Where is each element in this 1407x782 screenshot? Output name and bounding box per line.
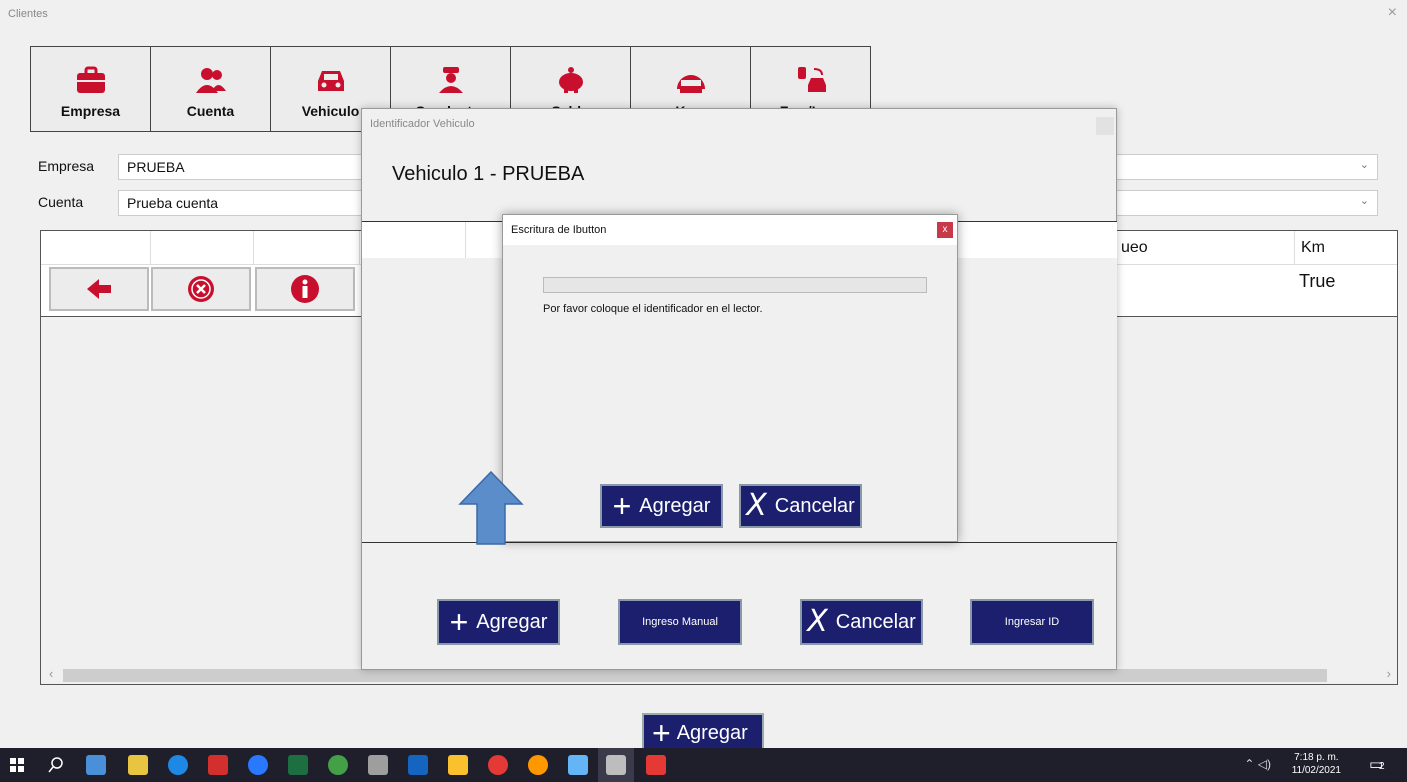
empresa-value: PRUEBA bbox=[127, 159, 185, 175]
scrollbar-thumb[interactable] bbox=[63, 669, 1327, 682]
add-button-label: Agregar bbox=[676, 721, 748, 744]
empresa-label: Empresa bbox=[38, 158, 95, 174]
escritura-ibutton-dialog: Escritura de Ibutton x Por favor coloque… bbox=[502, 214, 958, 542]
dialog-cancel-button[interactable]: X Cancelar bbox=[800, 599, 923, 645]
grid-header-cell bbox=[151, 231, 254, 265]
ingreso-manual-label: Ingreso Manual bbox=[642, 616, 718, 628]
app-icon[interactable] bbox=[328, 755, 348, 775]
toolbar-button-cuenta[interactable]: Cuenta bbox=[150, 46, 271, 132]
chevron-down-icon: ⌄ bbox=[1359, 159, 1369, 171]
edge-icon[interactable] bbox=[168, 755, 188, 775]
add-button[interactable]: + Agregar bbox=[642, 713, 764, 753]
toolbar-label: Empresa bbox=[60, 103, 121, 119]
ingresar-id-label: Ingresar ID bbox=[1004, 616, 1060, 628]
plus-icon: + bbox=[612, 488, 632, 524]
dialog-title: Escritura de Ibutton bbox=[511, 224, 607, 236]
write-progress-bar bbox=[543, 277, 927, 293]
word-icon[interactable] bbox=[408, 755, 428, 775]
browser-icon[interactable] bbox=[528, 755, 548, 775]
clock[interactable]: 7:18 p. m. 11/02/2021 bbox=[1292, 751, 1341, 777]
odometer-icon bbox=[676, 75, 705, 93]
app-icon[interactable] bbox=[368, 755, 388, 775]
grid-header-bloqueo[interactable]: ueo bbox=[1115, 231, 1295, 265]
grid-header-cell bbox=[41, 231, 151, 265]
instruction-message: Por favor coloque el identificador en el… bbox=[543, 303, 763, 315]
ibutton-add-label: Agregar bbox=[639, 494, 711, 517]
dialog-cancel-label: Cancelar bbox=[835, 610, 916, 633]
info-button[interactable] bbox=[255, 267, 355, 311]
clock-time: 7:18 p. m. bbox=[1294, 752, 1339, 763]
notification-icon[interactable]: 2 ▭ bbox=[1369, 755, 1389, 775]
dialog-title: Identificador Vehiculo bbox=[370, 118, 475, 130]
app-icon[interactable] bbox=[646, 755, 666, 775]
windows-start-icon[interactable] bbox=[10, 758, 24, 772]
delete-button[interactable] bbox=[151, 267, 251, 311]
toolbar-button-empresa[interactable]: Empresa bbox=[30, 46, 151, 132]
driver-icon bbox=[438, 67, 463, 93]
arrow-up-icon bbox=[458, 470, 524, 545]
store-icon[interactable] bbox=[128, 755, 148, 775]
cuenta-value: Prueba cuenta bbox=[127, 195, 219, 211]
dialog-titlebar: Escritura de Ibutton x bbox=[503, 215, 957, 245]
clock-date: 11/02/2021 bbox=[1291, 765, 1341, 776]
acrobat-icon[interactable] bbox=[208, 755, 228, 775]
grid-header-km[interactable]: Km bbox=[1295, 231, 1399, 265]
briefcase-icon bbox=[76, 66, 105, 93]
plus-icon: + bbox=[449, 604, 469, 640]
scroll-right-icon[interactable]: › bbox=[1387, 666, 1391, 681]
notification-count: 2 bbox=[1379, 761, 1385, 772]
toolbar-label: Cuenta bbox=[186, 103, 235, 119]
back-button[interactable] bbox=[49, 267, 149, 311]
dialog-add-button[interactable]: + Agregar bbox=[437, 599, 560, 645]
x-icon: X bbox=[807, 604, 828, 639]
toolbar-label: Vehiculo bbox=[301, 103, 360, 119]
car-icon bbox=[317, 71, 344, 91]
grid-header-cell bbox=[362, 222, 466, 258]
cuenta-label: Cuenta bbox=[38, 194, 84, 210]
scroll-left-icon[interactable]: ‹ bbox=[49, 666, 53, 681]
grid-header-cell bbox=[254, 231, 360, 265]
km-cell: True bbox=[1299, 271, 1336, 291]
task-view-icon[interactable] bbox=[86, 755, 106, 775]
excel-icon[interactable] bbox=[288, 755, 308, 775]
app-icon[interactable] bbox=[248, 755, 268, 775]
app-icon[interactable] bbox=[568, 755, 588, 775]
vehicle-heading: Vehiculo 1 - PRUEBA bbox=[392, 163, 585, 185]
dialog-close-button[interactable] bbox=[1096, 117, 1114, 135]
ibutton-cancel-label: Cancelar bbox=[774, 494, 855, 517]
search-icon[interactable] bbox=[48, 757, 64, 773]
dialog-add-label: Agregar bbox=[476, 610, 548, 633]
chevron-down-icon: ⌄ bbox=[1359, 195, 1369, 207]
ibutton-add-button[interactable]: + Agregar bbox=[600, 484, 723, 528]
info-icon bbox=[291, 275, 319, 303]
window-close-button[interactable]: × bbox=[1388, 4, 1397, 22]
ingreso-manual-button[interactable]: Ingreso Manual bbox=[618, 599, 742, 645]
chrome-icon[interactable] bbox=[488, 755, 508, 775]
fuel-car-icon bbox=[797, 67, 826, 92]
piggy-bank-icon bbox=[558, 67, 583, 93]
ibutton-cancel-button[interactable]: X Cancelar bbox=[739, 484, 862, 528]
grid-header-cell bbox=[1016, 222, 1117, 258]
dialog-close-button[interactable]: x bbox=[937, 222, 953, 238]
users-icon bbox=[195, 68, 226, 93]
system-tray-icons[interactable]: ⌃ ◁) bbox=[1244, 757, 1271, 771]
plus-icon: + bbox=[652, 715, 671, 751]
arrow-left-icon bbox=[87, 279, 111, 299]
file-explorer-icon[interactable] bbox=[448, 755, 468, 775]
window-title: Clientes bbox=[8, 8, 48, 20]
taskbar: ⌃ ◁) 7:18 p. m. 11/02/2021 2 ▭ bbox=[0, 748, 1407, 782]
active-app-icon[interactable] bbox=[606, 755, 626, 775]
close-circle-icon bbox=[188, 276, 214, 302]
x-icon: X bbox=[746, 488, 767, 523]
ingresar-id-button[interactable]: Ingresar ID bbox=[970, 599, 1094, 645]
